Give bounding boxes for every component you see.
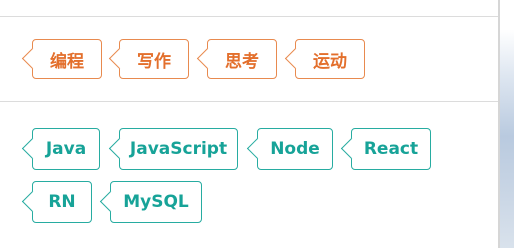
tag-tech-javascript[interactable]: JavaScript bbox=[119, 128, 238, 170]
tag-label: 运动 bbox=[313, 51, 347, 72]
tags-panel: 编程 写作 思考 运动 Java JavaScript Node React R… bbox=[0, 0, 498, 248]
tag-label: Java bbox=[45, 139, 87, 159]
tag-category-1[interactable]: 写作 bbox=[119, 39, 189, 79]
tag-label: JavaScript bbox=[129, 139, 228, 159]
tag-label: Node bbox=[270, 139, 320, 159]
page: 编程 写作 思考 运动 Java JavaScript Node React R… bbox=[0, 0, 514, 248]
divider-top bbox=[0, 16, 498, 17]
tag-label: 编程 bbox=[50, 51, 84, 72]
tag-tech-node[interactable]: Node bbox=[257, 128, 333, 170]
background-strip bbox=[500, 0, 514, 248]
tag-label: 写作 bbox=[137, 51, 171, 72]
tag-tech-rn[interactable]: RN bbox=[32, 181, 92, 223]
tag-category-2[interactable]: 思考 bbox=[207, 39, 277, 79]
tag-category-3[interactable]: 运动 bbox=[295, 39, 365, 79]
tag-tech-react[interactable]: React bbox=[351, 128, 431, 170]
tag-tech-java[interactable]: Java bbox=[32, 128, 100, 170]
tag-category-0[interactable]: 编程 bbox=[32, 39, 102, 79]
divider-middle bbox=[0, 101, 498, 102]
tag-tech-mysql[interactable]: MySQL bbox=[110, 181, 202, 223]
tag-label: MySQL bbox=[123, 192, 189, 212]
tag-label: RN bbox=[48, 192, 76, 212]
tag-label: React bbox=[363, 139, 419, 159]
tag-label: 思考 bbox=[225, 51, 259, 72]
